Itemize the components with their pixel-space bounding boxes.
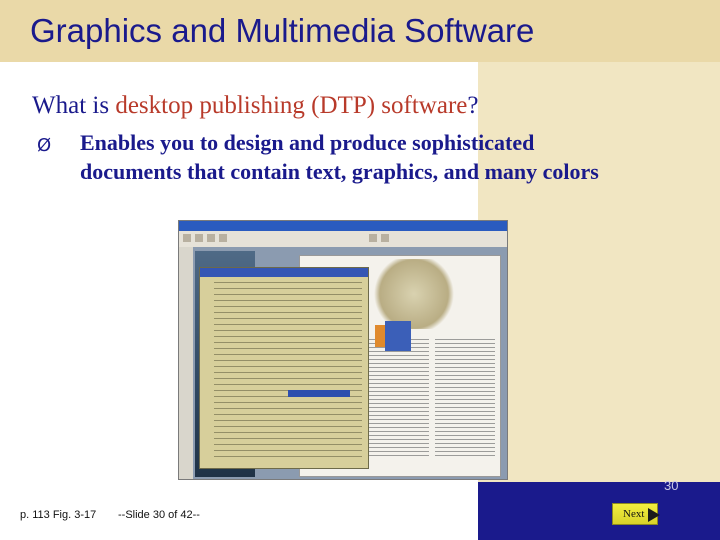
bullet-text: Enables you to design and produce sophis… xyxy=(80,130,599,184)
screenshot-toolbar-button xyxy=(219,234,227,242)
screenshot-tool-palette xyxy=(179,247,193,479)
slide: Graphics and Multimedia Software What is… xyxy=(0,0,720,540)
slide-title: Graphics and Multimedia Software xyxy=(30,12,535,49)
screenshot-text-column xyxy=(435,339,495,459)
screenshot-story-editor-selection xyxy=(288,390,350,397)
question-suffix: ? xyxy=(467,92,479,119)
screenshot-story-editor-titlebar xyxy=(200,268,368,277)
question-highlight: desktop publishing (DTP) software xyxy=(115,92,468,119)
next-arrow-icon[interactable] xyxy=(648,508,660,522)
slide-counter: --Slide 30 of 42-- xyxy=(118,509,200,521)
screenshot-graphic-blue xyxy=(385,321,411,351)
question-text: What is desktop publishing (DTP) softwar… xyxy=(32,92,478,120)
figure-reference: p. 113 Fig. 3-17 xyxy=(20,509,97,521)
dtp-application-screenshot xyxy=(178,220,508,480)
next-button-label: Next xyxy=(623,508,645,520)
screenshot-toolbar xyxy=(179,231,507,248)
screenshot-titlebar xyxy=(179,221,507,231)
right-accent-band xyxy=(478,62,720,482)
screenshot-story-editor xyxy=(199,267,369,469)
screenshot-toolbar-button xyxy=(369,234,377,242)
footer-accent-band xyxy=(478,482,720,540)
page-number: 30 xyxy=(664,478,679,493)
screenshot-toolbar-button xyxy=(207,234,215,242)
screenshot-story-editor-text xyxy=(214,282,362,462)
screenshot-toolbar-button xyxy=(381,234,389,242)
screenshot-globe-graphic xyxy=(369,259,459,329)
screenshot-toolbar-button xyxy=(183,234,191,242)
screenshot-text-column xyxy=(369,339,429,459)
bullet-arrow-icon: Ø xyxy=(37,135,52,156)
question-prefix: What is xyxy=(32,92,116,119)
screenshot-toolbar-button xyxy=(195,234,203,242)
